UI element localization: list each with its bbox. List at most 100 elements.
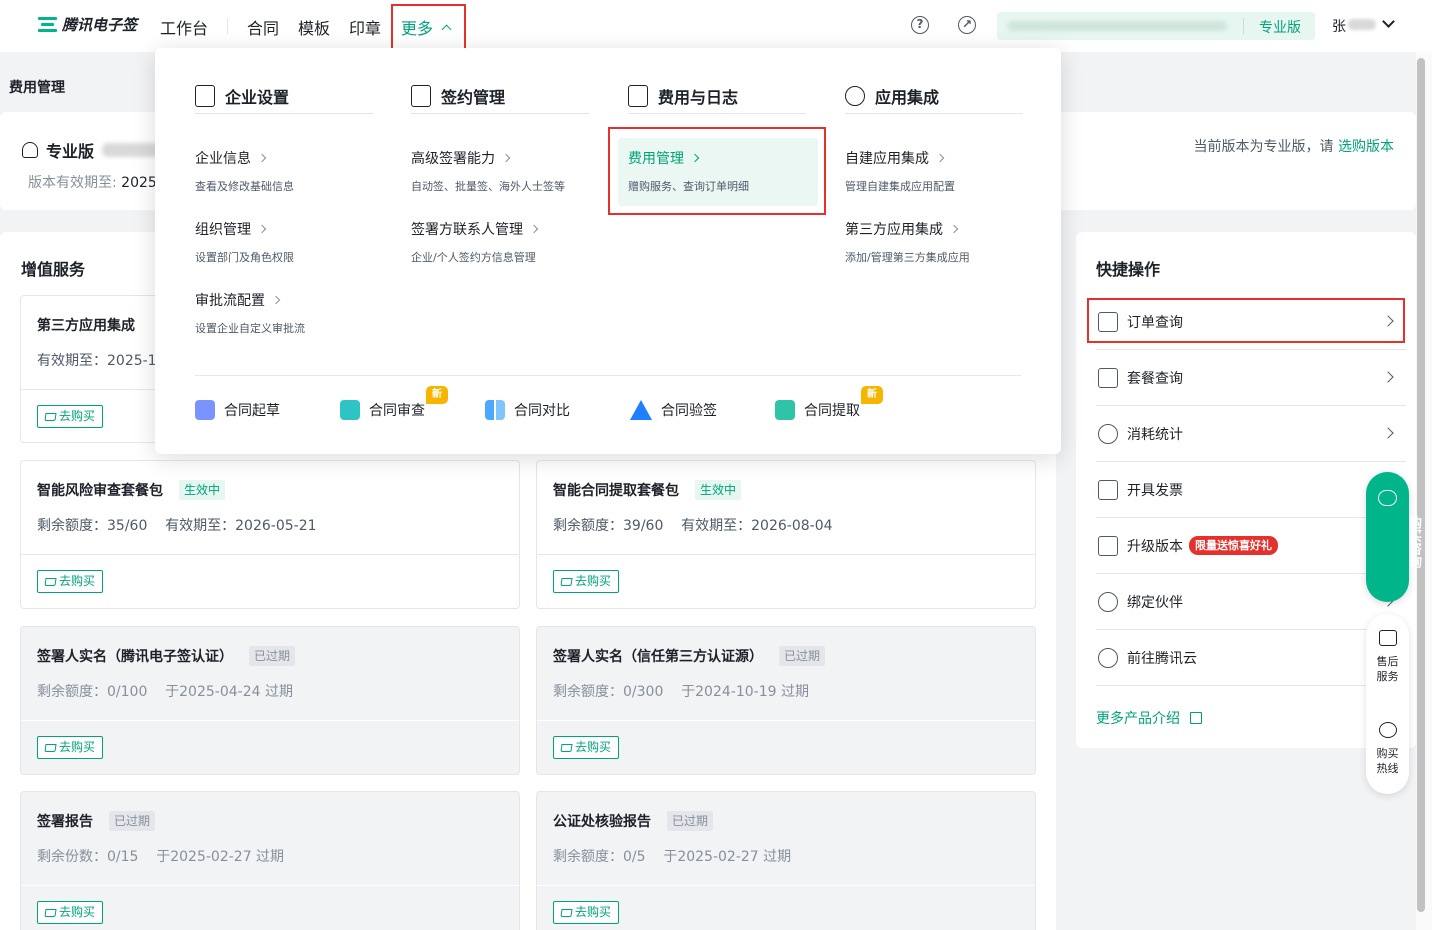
cloud-icon (1098, 647, 1118, 668)
chevron-right-icon (949, 224, 959, 234)
buy-button[interactable]: 去购买 (37, 405, 104, 428)
menu-item-label: 审批流配置 (195, 293, 265, 309)
menu-item-approval-flow[interactable]: 审批流配置 设置企业自定义审批流 (195, 290, 373, 336)
highlight-box-billing (608, 127, 826, 215)
status-badge: 已过期 (779, 646, 826, 666)
menu-column-header: 企业设置 (195, 78, 373, 114)
menu-item-label: 组织管理 (195, 222, 251, 238)
more-products-link[interactable]: 更多产品介绍 (1096, 708, 1202, 728)
quick-item-usage-stats[interactable]: 消耗统计 (1096, 406, 1406, 462)
menu-item-title: 审批流配置 (195, 290, 373, 310)
service-name: 第三方应用集成 (37, 318, 135, 334)
percent-badge-icon (1098, 423, 1118, 444)
account-divider (1243, 18, 1244, 34)
menu-column-billing: 费用与日志 费用管理 赠购服务、查询订单明细 (618, 78, 818, 206)
select-edition-link[interactable]: 选购版本 (1338, 139, 1394, 155)
buy-button[interactable]: 去购买 (553, 901, 620, 924)
tool-contract-compare[interactable]: 合同对比 (485, 400, 570, 420)
menu-item-label: 签署方联系人管理 (411, 222, 523, 238)
tool-contract-draft[interactable]: 合同起草 (195, 400, 280, 420)
menu-column-title: 企业设置 (225, 87, 290, 107)
menu-column-title: 签约管理 (441, 87, 506, 107)
menu-item-org-management[interactable]: 组织管理 设置部门及角色权限 (195, 219, 373, 265)
menu-item-third-party-app[interactable]: 第三方应用集成 添加/管理第三方集成应用 (845, 219, 1023, 265)
menu-item-desc: 查看及修改基础信息 (195, 180, 294, 193)
menu-item-desc: 自动签、批量签、海外人士签等 (411, 180, 565, 193)
upload-icon (1098, 535, 1118, 556)
scrollbar[interactable] (1417, 58, 1425, 912)
menu-item-advanced-signing[interactable]: 高级签署能力 自动签、批量签、海外人士签等 (411, 148, 589, 194)
quick-actions-title: 快捷操作 (1096, 260, 1161, 279)
nav-template[interactable]: 模板 (298, 15, 330, 39)
buy-button[interactable]: 去购买 (37, 570, 104, 593)
nav-contract[interactable]: 合同 (247, 15, 279, 39)
purchase-consult-button[interactable]: 购买咨询 (1366, 472, 1421, 602)
buy-label: 去购买 (59, 740, 96, 754)
service-name-text: 签署人实名（信任第三方认证源） (553, 649, 763, 665)
chat-bubble-icon[interactable] (1379, 630, 1397, 646)
service-card: 公证处核验报告 已过期 剩余额度：0/5 于2025-02-27 过期 去购买 (536, 791, 1036, 930)
buy-label: 去购买 (59, 574, 96, 588)
quick-item-invoice[interactable]: 开具发票 (1096, 462, 1406, 518)
buy-button[interactable]: 去购买 (37, 736, 104, 759)
brand-logo[interactable]: 腾讯电子签 (38, 14, 137, 35)
compass-icon[interactable]: ↗ (958, 16, 976, 34)
menu-item-label: 高级签署能力 (411, 151, 495, 167)
promo-badge: 限量送惊喜好礼 (1189, 536, 1278, 555)
quick-item-upgrade[interactable]: 升级版本 限量送惊喜好礼 (1096, 518, 1406, 574)
after-sales-label[interactable]: 售后服务 (1366, 654, 1409, 684)
nav-workbench[interactable]: 工作台 (160, 15, 208, 39)
buy-button[interactable]: 去购买 (37, 901, 104, 924)
edition-notice: 当前版本为专业版，请 选购版本 (1194, 136, 1394, 156)
tool-contract-extract[interactable]: 合同提取 新 (775, 386, 883, 420)
menu-item-custom-app[interactable]: 自建应用集成 管理自建集成应用配置 (845, 148, 1023, 194)
support-float-panel: 售后服务 购买热线 (1366, 614, 1409, 794)
nav-divider (227, 18, 228, 34)
phone-icon[interactable] (1379, 722, 1397, 738)
status-badge: 生效中 (695, 480, 742, 500)
hotline-label[interactable]: 购买热线 (1366, 746, 1409, 776)
quick-item-package-query[interactable]: 套餐查询 (1096, 350, 1406, 406)
account-switcher[interactable]: 专业版 (997, 12, 1315, 40)
buy-button[interactable]: 去购买 (553, 736, 620, 759)
menu-item-signer-contacts[interactable]: 签署方联系人管理 企业/个人签约方信息管理 (411, 219, 589, 265)
service-card: 签署报告 已过期 剩余份数：0/15 于2025-02-27 过期 去购买 (20, 791, 520, 930)
menu-column-title: 应用集成 (875, 87, 940, 107)
menu-item-desc: 设置企业自定义审批流 (195, 322, 305, 335)
package-icon (1098, 367, 1118, 388)
buy-label: 去购买 (59, 905, 96, 919)
highlight-box-more (391, 4, 466, 52)
edition-redacted (102, 143, 163, 157)
tool-contract-verify[interactable]: 合同验签 (630, 400, 717, 420)
menu-column-title: 费用与日志 (658, 87, 739, 107)
tool-contract-review[interactable]: 合同审查 新 (340, 386, 448, 420)
buy-label: 去购买 (59, 409, 96, 423)
quick-item-partner[interactable]: 绑定伙伴 (1096, 574, 1406, 630)
extract-icon (775, 400, 795, 420)
edition-label: 专业版 (1259, 20, 1301, 36)
status-badge: 已过期 (667, 811, 714, 831)
quick-item-tencent-cloud[interactable]: 前往腾讯云 (1096, 630, 1406, 686)
nav-seal[interactable]: 印章 (349, 15, 381, 39)
service-card-body (537, 461, 1035, 555)
menu-item-enterprise-info[interactable]: 企业信息 查看及修改基础信息 (195, 148, 373, 194)
question-icon[interactable]: ? (911, 16, 929, 34)
user-name[interactable]: 张 (1332, 16, 1346, 36)
page-title: 费用管理 (9, 80, 65, 96)
more-dropdown-menu: 企业设置 企业信息 查看及修改基础信息 组织管理 设置部门及角色权限 审批流配置… (155, 48, 1061, 454)
tool-label: 合同提取 (804, 403, 860, 419)
tool-label: 合同审查 (369, 403, 425, 419)
cart-icon (560, 908, 573, 917)
service-name-text: 公证处核验报告 (553, 814, 651, 830)
buy-label: 去购买 (575, 740, 612, 754)
chevron-right-icon (501, 153, 511, 163)
chevron-down-icon[interactable] (1382, 15, 1395, 28)
buy-button[interactable]: 去购买 (553, 570, 620, 593)
value-added-services-title: 增值服务 (21, 260, 86, 279)
cart-icon (44, 577, 57, 586)
edition-valid-label: 版本有效期至: (28, 175, 117, 191)
cart-icon (44, 743, 57, 752)
status-badge: 生效中 (179, 480, 226, 500)
cart-icon (560, 743, 573, 752)
menu-column-integration: 应用集成 自建应用集成 管理自建集成应用配置 第三方应用集成 添加/管理第三方集… (845, 78, 1023, 264)
